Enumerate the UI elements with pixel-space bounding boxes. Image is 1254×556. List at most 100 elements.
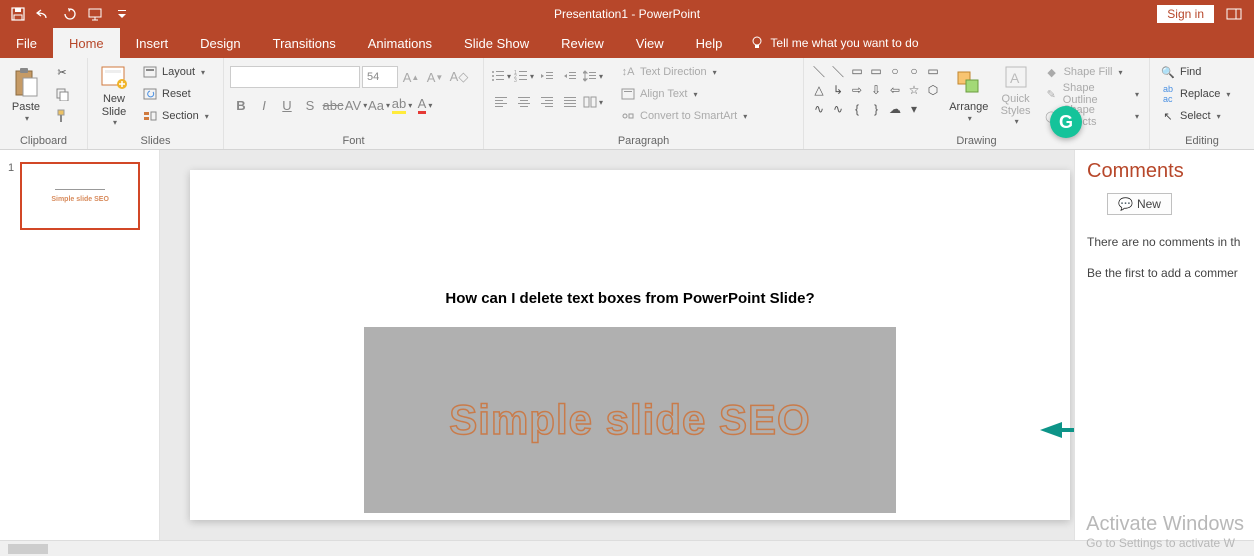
shape-line-icon[interactable]: ＼ (829, 62, 847, 80)
numbering-button[interactable]: 123▾ (513, 66, 535, 86)
layout-button[interactable]: Layout▾ (138, 62, 213, 82)
shape-curve-icon[interactable]: ∿ (810, 100, 828, 118)
bucket-icon: ◆ (1044, 64, 1060, 80)
reset-button[interactable]: Reset (138, 84, 213, 104)
align-text-icon (620, 86, 636, 102)
convert-smartart-button[interactable]: Convert to SmartArt▾ (616, 106, 751, 126)
bold-button[interactable]: B (230, 94, 252, 116)
tab-transitions[interactable]: Transitions (257, 28, 352, 58)
font-size-combo[interactable] (362, 66, 398, 88)
tab-animations[interactable]: Animations (352, 28, 448, 58)
shape-curve-icon[interactable]: ∿ (829, 100, 847, 118)
slide-thumbnail[interactable]: Simple slide SEO (20, 162, 140, 230)
format-painter-button[interactable] (50, 106, 74, 126)
character-spacing-button[interactable]: AV▾ (345, 94, 367, 116)
slides-group-label: Slides (94, 133, 217, 149)
tab-file[interactable]: File (0, 28, 53, 58)
eraser-icon: A◇ (450, 69, 469, 85)
slide-canvas[interactable]: How can I delete text boxes from PowerPo… (190, 170, 1070, 520)
qat-customize-icon[interactable] (110, 2, 134, 26)
clear-formatting-button[interactable]: A◇ (448, 66, 470, 88)
align-right-button[interactable] (536, 92, 558, 112)
shape-brace-icon[interactable]: { (848, 100, 866, 118)
paintbrush-icon (54, 108, 70, 124)
shapes-more-icon[interactable]: ▾ (905, 100, 923, 118)
align-text-button[interactable]: Align Text▾ (616, 84, 751, 104)
tab-view[interactable]: View (620, 28, 680, 58)
cut-button[interactable]: ✂ (50, 62, 74, 82)
tab-review[interactable]: Review (545, 28, 620, 58)
paste-button[interactable]: Paste ▾ (6, 62, 46, 128)
tab-home[interactable]: Home (53, 28, 120, 58)
highlight-button[interactable]: ab▾ (391, 94, 413, 116)
shape-hex-icon[interactable]: ⬡ (924, 81, 942, 99)
shape-line-icon[interactable]: ＼ (810, 62, 828, 80)
change-case-button[interactable]: Aa▾ (368, 94, 390, 116)
shape-arrow-icon[interactable]: ⇦ (886, 81, 904, 99)
quick-styles-button[interactable]: A Quick Styles ▾ (996, 62, 1036, 128)
shapes-gallery[interactable]: ＼ ＼ ▭ ▭ ○ ○ ▭ △ ↳ ⇨ ⇩ ⇦ ☆ ⬡ ∿ ∿ { } ☁ ▾ (810, 62, 942, 118)
increase-font-size-button[interactable]: A▲ (400, 66, 422, 88)
strikethrough-button[interactable]: abc (322, 94, 344, 116)
tab-design[interactable]: Design (184, 28, 256, 58)
bullets-button[interactable]: ▾ (490, 66, 512, 86)
shape-outline-button[interactable]: ✎Shape Outline▾ (1040, 84, 1143, 104)
thumb-preview-text: Simple slide SEO (51, 196, 109, 203)
grammarly-icon[interactable]: G (1050, 106, 1082, 138)
find-button[interactable]: 🔍Find (1156, 62, 1234, 82)
save-icon[interactable] (6, 2, 30, 26)
align-center-button[interactable] (513, 92, 535, 112)
replace-button[interactable]: abacReplace▾ (1156, 84, 1234, 104)
decrease-font-size-button[interactable]: A▼ (424, 66, 446, 88)
start-from-beginning-icon[interactable] (84, 2, 108, 26)
shape-rect-icon[interactable]: ▭ (924, 62, 942, 80)
shape-triangle-icon[interactable]: △ (810, 81, 828, 99)
shape-rect-icon[interactable]: ▭ (867, 62, 885, 80)
select-button[interactable]: ↖Select▾ (1156, 106, 1234, 126)
new-comment-button[interactable]: 💬 New (1107, 193, 1172, 215)
scrollbar-thumb[interactable] (8, 544, 48, 554)
align-left-button[interactable] (490, 92, 512, 112)
increase-indent-button[interactable] (559, 66, 581, 86)
line-spacing-button[interactable]: ▾ (582, 66, 604, 86)
undo-icon[interactable] (32, 2, 56, 26)
copy-icon (54, 86, 70, 102)
font-color-icon: A (418, 96, 427, 114)
slide-heading-text[interactable]: How can I delete text boxes from PowerPo… (210, 290, 1050, 307)
shape-brace-icon[interactable]: } (867, 100, 885, 118)
font-color-button[interactable]: A▾ (414, 94, 436, 116)
arrange-button[interactable]: Arrange ▾ (946, 62, 992, 128)
columns-button[interactable]: ▾ (582, 92, 604, 112)
shape-arrow-icon[interactable]: ⇩ (867, 81, 885, 99)
shape-oval-icon[interactable]: ○ (886, 62, 904, 80)
tab-help[interactable]: Help (680, 28, 739, 58)
horizontal-scrollbar[interactable] (0, 540, 1254, 556)
italic-button[interactable]: I (253, 94, 275, 116)
text-shadow-button[interactable]: S (299, 94, 321, 116)
decrease-indent-button[interactable] (536, 66, 558, 86)
shape-oval-icon[interactable]: ○ (905, 62, 923, 80)
section-button[interactable]: Section▾ (138, 106, 213, 126)
shape-fill-button[interactable]: ◆Shape Fill▾ (1040, 62, 1143, 82)
redo-icon[interactable] (58, 2, 82, 26)
new-slide-button[interactable]: New Slide ▾ (94, 62, 134, 128)
copy-button[interactable] (50, 84, 74, 104)
shape-callout-icon[interactable]: ☁ (886, 100, 904, 118)
tell-me-search[interactable]: Tell me what you want to do (738, 28, 918, 58)
slide-editor-area[interactable]: How can I delete text boxes from PowerPo… (160, 150, 1074, 540)
ribbon-display-options-icon[interactable] (1222, 2, 1246, 26)
shape-rect-icon[interactable]: ▭ (848, 62, 866, 80)
shape-connector-icon[interactable]: ↳ (829, 81, 847, 99)
seo-title-text[interactable]: Simple slide SEO (449, 396, 810, 444)
justify-button[interactable] (559, 92, 581, 112)
text-direction-button[interactable]: ↕AText Direction▾ (616, 62, 751, 82)
editing-group-label: Editing (1156, 133, 1248, 149)
tab-slide-show[interactable]: Slide Show (448, 28, 545, 58)
shape-star-icon[interactable]: ☆ (905, 81, 923, 99)
font-family-combo[interactable] (230, 66, 360, 88)
shape-arrow-icon[interactable]: ⇨ (848, 81, 866, 99)
sign-in-button[interactable]: Sign in (1157, 5, 1214, 23)
tab-insert[interactable]: Insert (120, 28, 185, 58)
underline-button[interactable]: U (276, 94, 298, 116)
content-box[interactable]: Simple slide SEO (364, 327, 896, 513)
